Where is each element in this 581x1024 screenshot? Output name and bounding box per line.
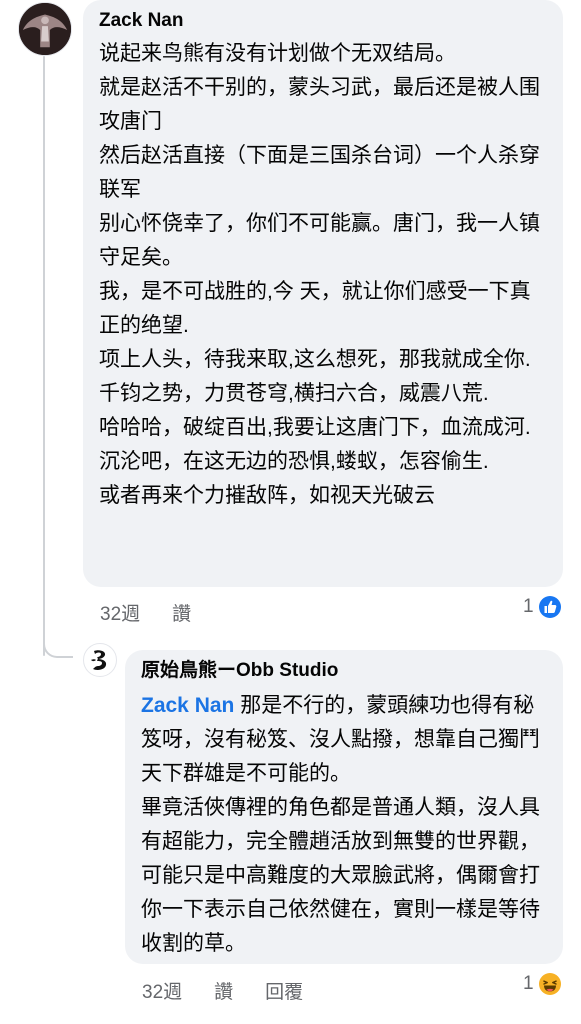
comment-author[interactable]: Zack Nan xyxy=(99,9,547,33)
reply-button[interactable]: 回覆 xyxy=(265,977,303,1004)
comment-timestamp[interactable]: 32週 xyxy=(100,599,140,626)
reply-author[interactable]: 原始鳥熊ーObb Studio xyxy=(141,659,547,683)
like-reaction-icon xyxy=(538,596,561,618)
reply-body: Zack Nan 那是不行的，蒙頭練功也得有秘笈呀，沒有秘笈、沒人點撥，想靠自己… xyxy=(141,689,547,961)
comment-bubble: Zack Nan 说起来鸟熊有没有计划做个无双结局。 就是赵活不干别的，蒙头习武… xyxy=(83,0,563,587)
comment-body: 说起来鸟熊有没有计划做个无双结局。 就是赵活不干别的，蒙头习武，最后还是被人围攻… xyxy=(99,37,547,513)
reaction-count: 1 xyxy=(523,596,534,617)
comment-paragraph: 项上人头，待我来取,这么想死，那我就成全你. xyxy=(99,348,531,371)
winged-figure-icon xyxy=(19,3,71,55)
commenter-avatar[interactable] xyxy=(18,2,72,56)
comment-paragraph: 千钧之势，力贯苍穹,横扫六合，威震八荒. xyxy=(99,382,489,405)
reaction-count: 1 xyxy=(523,973,534,994)
reply-paragraph: 畢竟活俠傳裡的角色都是普通人類，沒人具有超能力，完全體趙活放到無雙的世界觀，可能… xyxy=(141,796,540,955)
comment-paragraph: 就是赵活不干别的，蒙头习武，最后还是被人围攻唐门 xyxy=(99,76,540,133)
reply-connector xyxy=(43,642,73,658)
like-button[interactable]: 讚 xyxy=(172,599,191,626)
reply-actions: 32週 讚 回覆 xyxy=(142,977,335,1004)
comment-paragraph: 沉沦吧，在这无边的恐惧,蝼蚁，怎容偷生. xyxy=(99,450,489,473)
reply-timestamp[interactable]: 32週 xyxy=(142,977,182,1004)
comment-paragraph: 我，是不可战胜的,今 天，就让你们感受一下真正的绝望. xyxy=(99,280,531,337)
like-button[interactable]: 讚 xyxy=(214,977,233,1004)
comment-paragraph: 然后赵活直接（下面是三国杀台词）一个人杀穿联军 xyxy=(99,144,540,201)
reaction-summary[interactable]: 1 xyxy=(523,595,562,619)
reply-paragraph: Zack Nan 那是不行的，蒙頭練功也得有秘笈呀，沒有秘笈、沒人點撥，想靠自己… xyxy=(141,689,547,791)
mention-link[interactable]: Zack Nan xyxy=(141,694,234,717)
comment-paragraph: 说起来鸟熊有没有计划做个无双结局。 xyxy=(99,42,456,65)
page-avatar[interactable] xyxy=(83,643,117,677)
thread-line xyxy=(43,56,45,656)
obb-studio-logo-icon xyxy=(91,650,107,670)
comment-paragraph: 或者再来个力摧敌阵，如视天光破云 xyxy=(99,484,435,507)
comment-actions: 32週 讚 xyxy=(100,599,223,626)
reaction-summary[interactable]: 1 xyxy=(523,972,562,996)
haha-reaction-icon xyxy=(538,973,561,995)
comment-paragraph: 别心怀侥幸了，你们不可能赢。唐门，我一人镇守足矣。 xyxy=(99,212,540,269)
comment-paragraph: 哈哈哈，破绽百出,我要让这唐门下，血流成河. xyxy=(99,416,531,439)
reply-bubble: 原始鳥熊ーObb Studio Zack Nan 那是不行的，蒙頭練功也得有秘笈… xyxy=(125,650,563,964)
